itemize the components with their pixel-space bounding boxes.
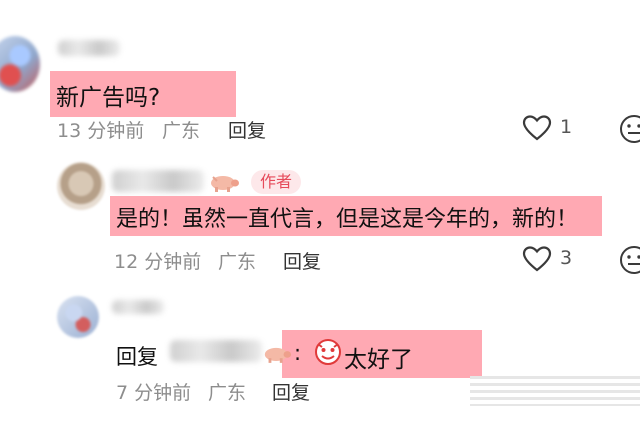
- reply-colon: :: [294, 341, 302, 365]
- pig-emoji-icon: [262, 344, 292, 366]
- comment-location-2: 广东: [218, 251, 257, 273]
- emoji-face-icon[interactable]: [619, 114, 640, 144]
- avatar-commenter-1[interactable]: [0, 36, 40, 92]
- reply-button-3[interactable]: 回复: [272, 378, 310, 405]
- red-face-sticker-icon: [314, 338, 342, 370]
- username-blurred-3[interactable]: [112, 300, 164, 314]
- comment-time-1: 13 分钟前: [57, 120, 145, 142]
- reply-button-2[interactable]: 回复: [283, 247, 321, 274]
- username-blurred-1[interactable]: [58, 40, 120, 56]
- reply-prefix: 回复: [116, 345, 158, 369]
- like-count-2: 3: [560, 247, 573, 269]
- emoji-face-icon[interactable]: [619, 245, 640, 275]
- comment-text-2: 是的！虽然一直代言，但是这是今年的，新的！: [116, 207, 579, 232]
- avatar-commenter-3[interactable]: [57, 296, 99, 338]
- comment-text-1: 新广告吗?: [56, 85, 161, 111]
- username-blurred-2[interactable]: [112, 170, 204, 192]
- comment-time-2: 12 分钟前: [114, 251, 202, 273]
- comment-location-1: 广东: [162, 120, 201, 142]
- comment-location-3: 广东: [208, 382, 247, 404]
- pig-emoji-icon: [208, 172, 240, 195]
- comment-time-3: 7 分钟前: [116, 382, 192, 404]
- heart-icon[interactable]: [522, 114, 552, 142]
- heart-icon[interactable]: [522, 245, 552, 273]
- author-badge: 作者: [251, 170, 302, 194]
- truncated-content-fade: [470, 376, 640, 406]
- avatar-author[interactable]: [57, 162, 105, 210]
- comment-text-3: 太好了: [344, 347, 413, 373]
- like-count-1: 1: [560, 116, 573, 138]
- reply-target-username-blurred[interactable]: [170, 340, 262, 362]
- reply-button-1[interactable]: 回复: [228, 116, 266, 143]
